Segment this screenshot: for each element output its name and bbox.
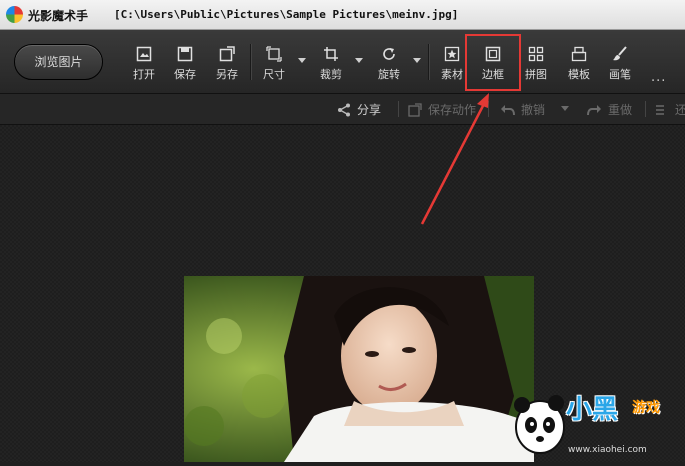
watermark-sub: 游戏 [632, 400, 660, 416]
watermark: 小黑 游戏 www.xiaohei.com [510, 385, 685, 462]
watermark-url: www.xiaohei.com [568, 445, 647, 455]
watermark-text: 小黑 [566, 395, 619, 425]
panda-logo-icon [514, 395, 565, 454]
